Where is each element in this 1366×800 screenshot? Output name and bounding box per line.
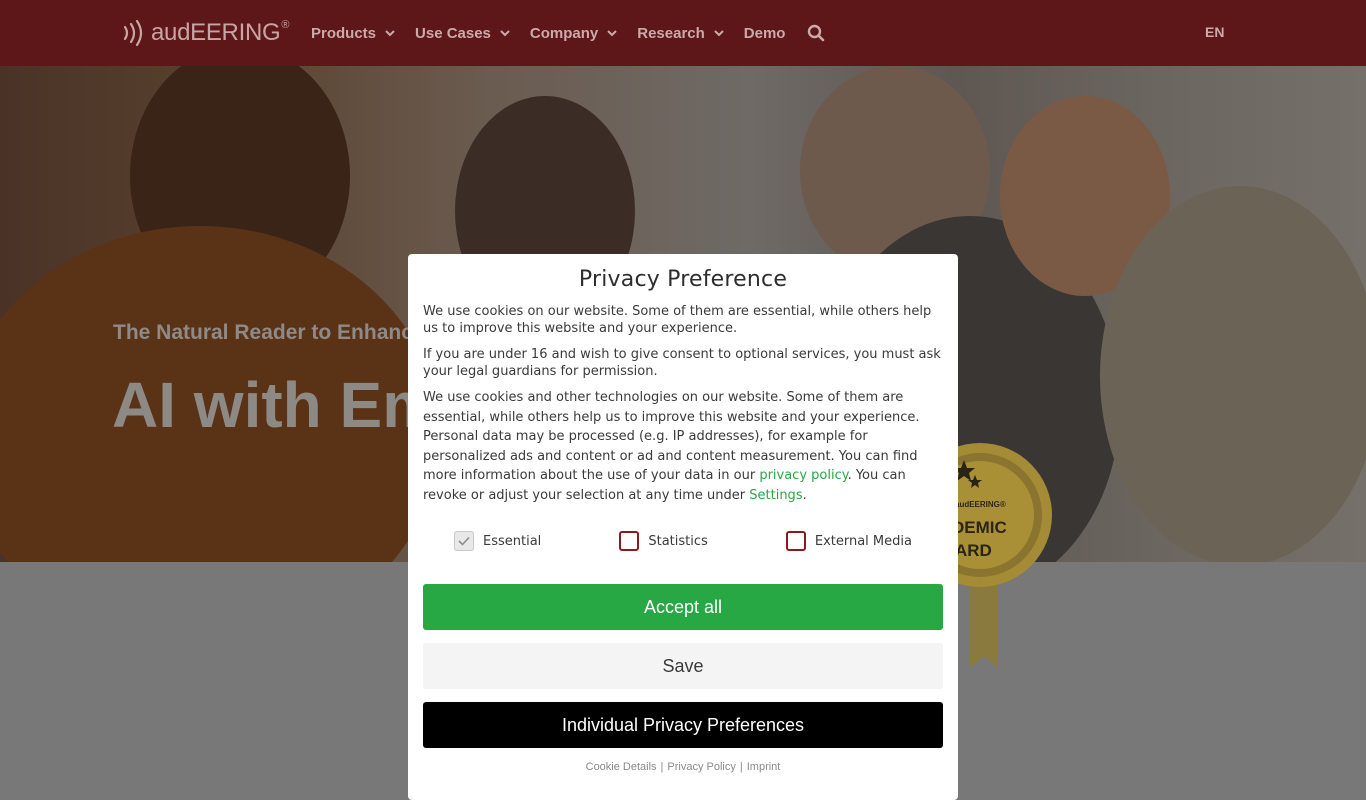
checkbox-box[interactable] bbox=[454, 531, 474, 551]
nav-company[interactable]: Company bbox=[530, 25, 617, 42]
checkbox-label: Essential bbox=[483, 533, 542, 549]
privacy-policy-link[interactable]: privacy policy bbox=[759, 468, 847, 483]
nav-label: Company bbox=[529, 24, 599, 42]
separator: | bbox=[739, 761, 743, 773]
hero-photo-person bbox=[1100, 186, 1366, 562]
dialog-title: Privacy Preference bbox=[578, 267, 788, 292]
nav-research[interactable]: Research bbox=[637, 25, 724, 42]
language-switcher[interactable]: EN bbox=[1205, 24, 1224, 40]
privacy-preference-dialog: Privacy Preference We use cookies on our… bbox=[408, 254, 958, 800]
separator: | bbox=[660, 761, 664, 773]
chevron-down-icon bbox=[714, 29, 724, 36]
dialog-paragraph: We use cookies on our website. Some of t… bbox=[423, 304, 932, 336]
consent-checkboxes: Essential Statistics External Media bbox=[423, 531, 943, 551]
dialog-paragraph: If you are under 16 and wish to give con… bbox=[423, 347, 941, 379]
individual-privacy-preferences-button[interactable]: Individual Privacy Preferences bbox=[423, 702, 943, 748]
search-icon[interactable] bbox=[807, 24, 825, 42]
privacy-policy-footer-link[interactable]: Privacy Policy bbox=[667, 761, 735, 773]
cookie-details-link[interactable]: Cookie Details bbox=[586, 761, 657, 773]
nav-label: Use Cases bbox=[415, 24, 491, 42]
logo-registered-mark: ® bbox=[281, 19, 290, 31]
hero-heading: AI with Em bbox=[112, 369, 440, 441]
logo-text: audEERING bbox=[151, 19, 281, 46]
award-word-2: ARD bbox=[955, 541, 992, 560]
dialog-text: . bbox=[802, 487, 807, 503]
sound-waves-icon bbox=[123, 19, 143, 47]
nav-demo[interactable]: Demo bbox=[744, 25, 786, 42]
save-button[interactable]: Save bbox=[423, 643, 943, 689]
nav-label: Demo bbox=[743, 24, 786, 42]
dialog-footer-links: Cookie Details | Privacy Policy | Imprint bbox=[423, 761, 943, 773]
imprint-link[interactable]: Imprint bbox=[747, 761, 781, 773]
accept-all-button[interactable]: Accept all bbox=[423, 584, 943, 630]
checkbox-essential[interactable]: Essential bbox=[454, 531, 541, 551]
checkbox-label: Statistics bbox=[648, 533, 708, 549]
checkbox-label: External Media bbox=[814, 533, 912, 549]
chevron-down-icon bbox=[607, 29, 617, 36]
chevron-down-icon bbox=[500, 29, 510, 36]
site-header: audEERING ® Products Use Cases Company R… bbox=[0, 0, 1366, 66]
logo[interactable]: audEERING ® bbox=[122, 18, 289, 48]
checkbox-box[interactable] bbox=[619, 531, 640, 551]
main-nav: Products Use Cases Company Research Demo bbox=[311, 0, 825, 66]
award-word-1: DEMIC bbox=[952, 518, 1007, 537]
chevron-down-icon bbox=[385, 29, 395, 36]
award-brand: audEERING® bbox=[955, 500, 1006, 509]
checkbox-statistics[interactable]: Statistics bbox=[619, 531, 708, 551]
dialog-paragraph: We use cookies and other technologies on… bbox=[423, 388, 943, 505]
settings-link[interactable]: Settings bbox=[749, 488, 802, 503]
nav-use-cases[interactable]: Use Cases bbox=[415, 25, 510, 42]
nav-products[interactable]: Products bbox=[311, 25, 395, 42]
nav-label: Research bbox=[637, 24, 705, 42]
checkbox-external-media[interactable]: External Media bbox=[785, 531, 912, 551]
checkmark-icon bbox=[458, 536, 470, 546]
checkbox-box[interactable] bbox=[785, 531, 806, 551]
hero-tagline: The Natural Reader to Enhance bbox=[113, 321, 425, 344]
nav-label: Products bbox=[311, 24, 377, 42]
